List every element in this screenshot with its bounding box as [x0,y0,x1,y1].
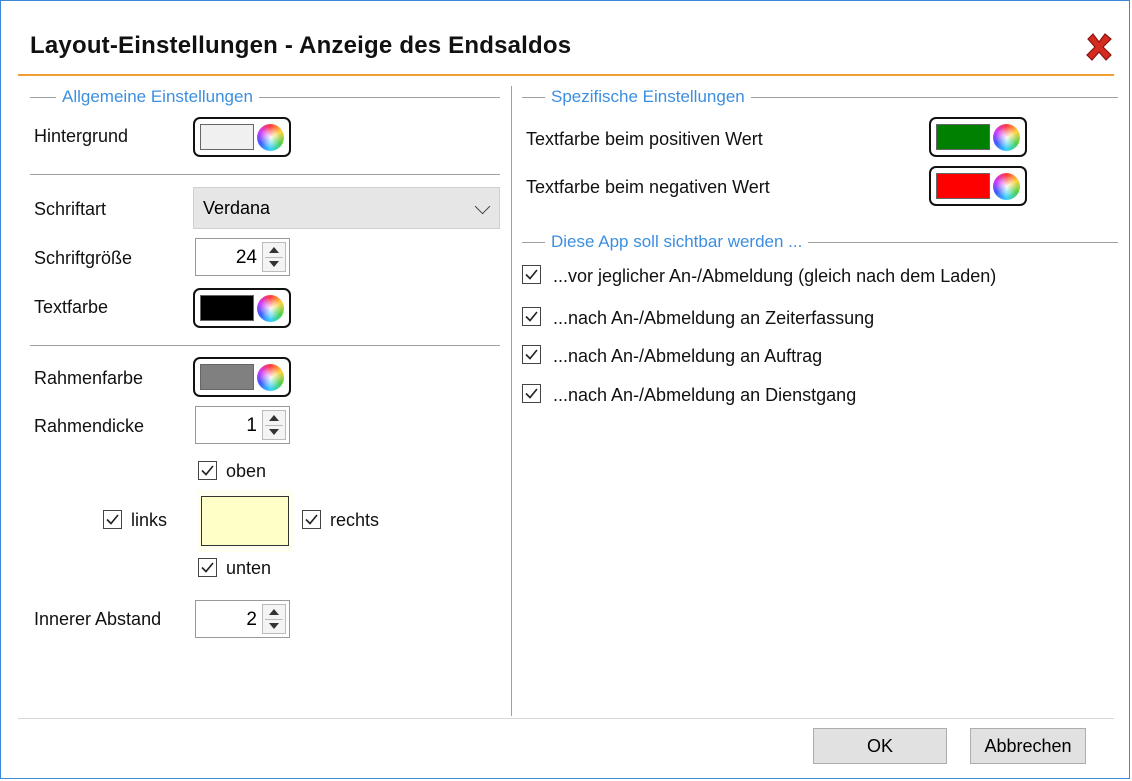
color-wheel-icon [257,364,284,391]
color-wheel-icon [993,173,1020,200]
group-legend-visibility: Diese App soll sichtbar werden ... [545,232,809,252]
color-wheel-icon [257,124,284,151]
title-underline [18,74,1114,76]
spin-buttons [262,242,286,272]
spin-up-icon[interactable] [269,415,279,421]
spin-buttons [262,604,286,634]
border-right-checkbox[interactable] [302,510,321,529]
text-color-swatch [200,295,254,321]
close-x-icon[interactable] [1082,30,1116,64]
group-legend-specific: Spezifische Einstellungen [545,87,751,107]
divider [30,345,500,346]
border-width-label: Rahmendicke [34,416,145,436]
border-preview [201,496,289,546]
column-separator [511,86,512,716]
padding-stepper[interactable]: 2 [195,600,290,638]
visibility-option-label: ...nach An-/Abmeldung an Dienstgang [553,385,857,405]
border-color-label: Rahmenfarbe [34,368,144,388]
background-label: Hintergrund [34,126,129,146]
padding-label: Innerer Abstand [34,609,162,629]
background-color-swatch [200,124,254,150]
cancel-button[interactable]: Abbrechen [970,728,1086,764]
divider [30,174,500,175]
group-legend-general: Allgemeine Einstellungen [56,87,259,107]
font-size-stepper[interactable]: 24 [195,238,290,276]
negative-color-picker[interactable] [929,166,1027,206]
visibility-checkbox[interactable] [522,265,541,284]
color-wheel-icon [993,124,1020,151]
font-size-label: Schriftgröße [34,248,133,268]
background-color-picker[interactable] [193,117,291,157]
positive-color-swatch [936,124,990,150]
visibility-checkbox[interactable] [522,384,541,403]
spin-up-icon[interactable] [269,247,279,253]
padding-value: 2 [246,609,257,630]
visibility-option-label: ...nach An-/Abmeldung an Auftrag [553,346,823,366]
border-bottom-checkbox[interactable] [198,558,217,577]
visibility-checkbox[interactable] [522,345,541,364]
spin-buttons [262,410,286,440]
font-label: Schriftart [34,199,107,219]
spin-down-icon[interactable] [269,429,279,435]
border-bottom-label: unten [226,558,272,578]
positive-color-label: Textfarbe beim positiven Wert [526,129,763,149]
dialog-title: Layout-Einstellungen - Anzeige des Endsa… [30,32,572,59]
font-select-value: Verdana [203,198,271,218]
border-top-checkbox[interactable] [198,461,217,480]
border-right-label: rechts [330,510,380,530]
text-color-label: Textfarbe [34,297,109,317]
visibility-option-label: ...nach An-/Abmeldung an Zeiterfassung [553,308,875,328]
border-top-label: oben [226,461,267,481]
visibility-option-label: ...vor jeglicher An-/Abmeldung (gleich n… [553,266,997,286]
negative-color-swatch [936,173,990,199]
negative-color-label: Textfarbe beim negativen Wert [526,177,770,197]
ok-button[interactable]: OK [813,728,947,764]
visibility-checkbox[interactable] [522,307,541,326]
font-select[interactable]: Verdana [193,187,500,229]
border-color-swatch [200,364,254,390]
border-left-label: links [131,510,168,530]
font-size-value: 24 [235,247,257,268]
chevron-down-icon [474,198,491,215]
border-width-value: 1 [246,415,257,436]
spin-up-icon[interactable] [269,609,279,615]
border-color-picker[interactable] [193,357,291,397]
border-left-checkbox[interactable] [103,510,122,529]
footer-divider [18,718,1114,719]
spin-down-icon[interactable] [269,623,279,629]
positive-color-picker[interactable] [929,117,1027,157]
text-color-picker[interactable] [193,288,291,328]
border-width-stepper[interactable]: 1 [195,406,290,444]
color-wheel-icon [257,295,284,322]
spin-down-icon[interactable] [269,261,279,267]
